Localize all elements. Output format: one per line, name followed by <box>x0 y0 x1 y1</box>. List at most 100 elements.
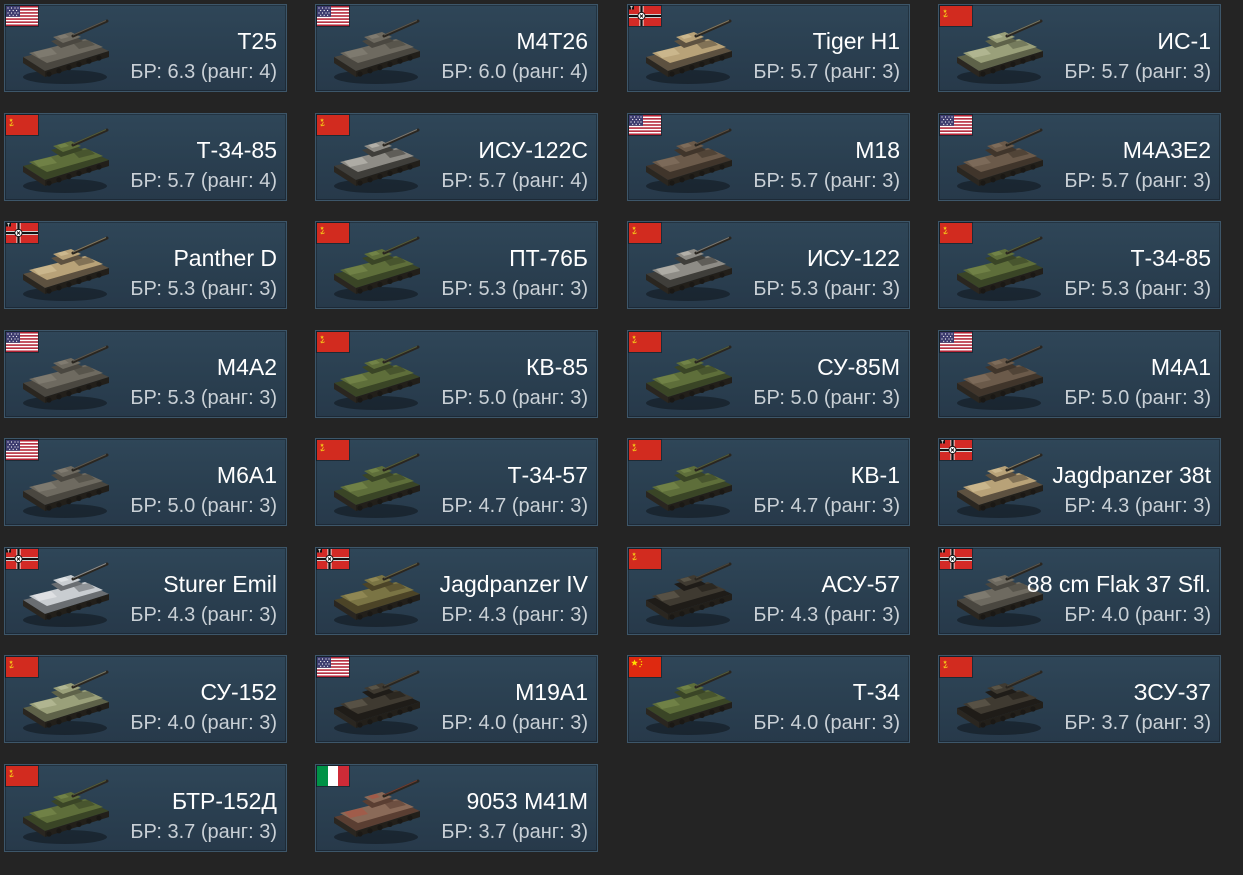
vehicle-name: КВ-1 <box>850 462 900 488</box>
vehicle-name: Panther D <box>173 245 277 271</box>
usa-flag-icon <box>629 115 661 135</box>
ussr-flag-icon <box>6 115 38 135</box>
battle-rating: БР: 4.7 (ранг: 3) <box>441 495 588 517</box>
vehicle-card[interactable]: M6A1 БР: 5.0 (ранг: 3) <box>4 438 287 526</box>
vehicle-name: 88 cm Flak 37 Sfl. <box>1026 571 1211 597</box>
vehicle-name: БТР-152Д <box>171 788 277 814</box>
vehicle-name: Jagdpanzer 38t <box>1052 462 1211 488</box>
battle-rating: БР: 4.3 (ранг: 3) <box>753 604 900 626</box>
battle-rating: БР: 3.7 (ранг: 3) <box>130 821 277 843</box>
vehicle-card[interactable]: T25 БР: 6.3 (ранг: 4) <box>4 4 287 92</box>
vehicle-card[interactable]: ИС-1 БР: 5.7 (ранг: 3) <box>938 4 1221 92</box>
usa-flag-icon <box>940 115 972 135</box>
vehicle-card[interactable]: ИСУ-122С БР: 5.7 (ранг: 4) <box>315 113 598 201</box>
vehicle-card[interactable]: ПТ-76Б БР: 5.3 (ранг: 3) <box>315 221 598 309</box>
vehicle-name: Т-34-85 <box>1130 245 1211 271</box>
vehicle-name: Tiger H1 <box>812 28 900 54</box>
battle-rating: БР: 5.3 (ранг: 3) <box>130 387 277 409</box>
vehicle-name: ИСУ-122С <box>478 137 588 163</box>
vehicle-card[interactable]: Т-34-85 БР: 5.3 (ранг: 3) <box>938 221 1221 309</box>
ussr-flag-icon <box>940 223 972 243</box>
battle-rating: БР: 5.3 (ранг: 3) <box>130 278 277 300</box>
germany-flag-icon <box>629 6 661 26</box>
vehicle-card[interactable]: Jagdpanzer 38t БР: 4.3 (ранг: 3) <box>938 438 1221 526</box>
vehicle-card[interactable]: БТР-152Д БР: 3.7 (ранг: 3) <box>4 764 287 852</box>
battle-rating: БР: 5.0 (ранг: 3) <box>1064 387 1211 409</box>
vehicle-card[interactable]: Sturer Emil БР: 4.3 (ранг: 3) <box>4 547 287 635</box>
vehicle-card[interactable]: Т-34 БР: 4.0 (ранг: 3) <box>627 655 910 743</box>
battle-rating: БР: 3.7 (ранг: 3) <box>441 821 588 843</box>
vehicle-card[interactable]: Tiger H1 БР: 5.7 (ранг: 3) <box>627 4 910 92</box>
ussr-flag-icon <box>6 766 38 786</box>
vehicle-card[interactable]: 88 cm Flak 37 Sfl. БР: 4.0 (ранг: 3) <box>938 547 1221 635</box>
battle-rating: БР: 4.0 (ранг: 3) <box>753 712 900 734</box>
ussr-flag-icon <box>6 657 38 677</box>
ussr-flag-icon <box>317 332 349 352</box>
vehicle-card[interactable]: КВ-1 БР: 4.7 (ранг: 3) <box>627 438 910 526</box>
battle-rating: БР: 4.3 (ранг: 3) <box>1064 495 1211 517</box>
germany-flag-icon <box>6 223 38 243</box>
vehicle-card[interactable]: Panther D БР: 5.3 (ранг: 3) <box>4 221 287 309</box>
vehicle-card[interactable]: Jagdpanzer IV БР: 4.3 (ранг: 3) <box>315 547 598 635</box>
china-flag-icon <box>629 657 661 677</box>
ussr-flag-icon <box>629 223 661 243</box>
battle-rating: БР: 5.0 (ранг: 3) <box>130 495 277 517</box>
battle-rating: БР: 5.3 (ранг: 3) <box>441 278 588 300</box>
vehicle-name: M4T26 <box>516 28 588 54</box>
vehicle-name: 9053 M41M <box>466 788 588 814</box>
ussr-flag-icon <box>940 657 972 677</box>
battle-rating: БР: 5.7 (ранг: 3) <box>1064 170 1211 192</box>
ussr-flag-icon <box>629 332 661 352</box>
vehicle-card[interactable]: КВ-85 БР: 5.0 (ранг: 3) <box>315 330 598 418</box>
vehicle-card[interactable]: Т-34-57 БР: 4.7 (ранг: 3) <box>315 438 598 526</box>
vehicle-card[interactable]: M4T26 БР: 6.0 (ранг: 4) <box>315 4 598 92</box>
usa-flag-icon <box>6 332 38 352</box>
vehicle-card[interactable]: Т-34-85 БР: 5.7 (ранг: 4) <box>4 113 287 201</box>
germany-flag-icon <box>6 549 38 569</box>
vehicle-card[interactable]: СУ-85М БР: 5.0 (ранг: 3) <box>627 330 910 418</box>
usa-flag-icon <box>6 6 38 26</box>
vehicle-card[interactable]: ИСУ-122 БР: 5.3 (ранг: 3) <box>627 221 910 309</box>
battle-rating: БР: 4.3 (ранг: 3) <box>130 604 277 626</box>
vehicle-name: T25 <box>237 28 277 54</box>
italy-flag-icon <box>317 766 349 786</box>
vehicle-card[interactable]: 9053 M41M БР: 3.7 (ранг: 3) <box>315 764 598 852</box>
battle-rating: БР: 5.0 (ранг: 3) <box>441 387 588 409</box>
vehicle-card[interactable]: M4A2 БР: 5.3 (ранг: 3) <box>4 330 287 418</box>
vehicle-name: Sturer Emil <box>163 571 277 597</box>
vehicle-name: Т-34 <box>852 679 900 705</box>
germany-flag-icon <box>317 549 349 569</box>
vehicle-card[interactable]: M18 БР: 5.7 (ранг: 3) <box>627 113 910 201</box>
ussr-flag-icon <box>629 549 661 569</box>
usa-flag-icon <box>317 6 349 26</box>
vehicle-card[interactable]: АСУ-57 БР: 4.3 (ранг: 3) <box>627 547 910 635</box>
ussr-flag-icon <box>317 440 349 460</box>
usa-flag-icon <box>940 332 972 352</box>
ussr-flag-icon <box>317 115 349 135</box>
vehicle-name: ИС-1 <box>1157 28 1211 54</box>
battle-rating: БР: 5.7 (ранг: 4) <box>130 170 277 192</box>
battle-rating: БР: 6.3 (ранг: 4) <box>130 61 277 83</box>
battle-rating: БР: 5.0 (ранг: 3) <box>753 387 900 409</box>
vehicle-name: M19A1 <box>515 679 588 705</box>
germany-flag-icon <box>940 440 972 460</box>
vehicle-name: M18 <box>855 137 900 163</box>
vehicle-card[interactable]: ЗСУ-37 БР: 3.7 (ранг: 3) <box>938 655 1221 743</box>
battle-rating: БР: 4.0 (ранг: 3) <box>441 712 588 734</box>
vehicle-name: КВ-85 <box>526 354 588 380</box>
vehicle-card[interactable]: СУ-152 БР: 4.0 (ранг: 3) <box>4 655 287 743</box>
battle-rating: БР: 3.7 (ранг: 3) <box>1064 712 1211 734</box>
vehicle-card[interactable]: M4A3E2 БР: 5.7 (ранг: 3) <box>938 113 1221 201</box>
vehicle-card[interactable]: M4A1 БР: 5.0 (ранг: 3) <box>938 330 1221 418</box>
vehicle-name: M6A1 <box>216 462 277 488</box>
battle-rating: БР: 5.7 (ранг: 3) <box>753 170 900 192</box>
battle-rating: БР: 5.7 (ранг: 3) <box>1064 61 1211 83</box>
vehicle-card[interactable]: M19A1 БР: 4.0 (ранг: 3) <box>315 655 598 743</box>
vehicle-name: Т-34-57 <box>507 462 588 488</box>
vehicle-grid: T25 БР: 6.3 (ранг: 4) M4T26 БР: 6.0 (ранг:… <box>0 0 1243 875</box>
battle-rating: БР: 5.3 (ранг: 3) <box>1064 278 1211 300</box>
battle-rating: БР: 5.3 (ранг: 3) <box>753 278 900 300</box>
vehicle-name: СУ-152 <box>200 679 278 705</box>
vehicle-name: M4A3E2 <box>1122 137 1211 163</box>
battle-rating: БР: 6.0 (ранг: 4) <box>441 61 588 83</box>
